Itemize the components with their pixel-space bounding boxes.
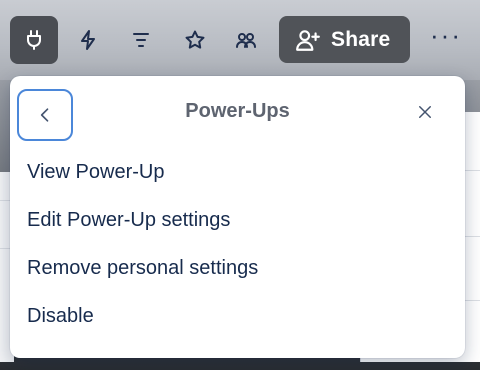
members-button[interactable] xyxy=(222,16,270,64)
star-board-button[interactable] xyxy=(171,16,219,64)
user-plus-icon xyxy=(296,29,320,51)
close-button[interactable] xyxy=(413,100,437,124)
menu-item-remove-personal-settings[interactable]: Remove personal settings xyxy=(10,244,465,292)
menu-item-view-power-up[interactable]: View Power-Up xyxy=(10,148,465,196)
filter-lines-icon xyxy=(133,33,149,47)
menu-item-disable[interactable]: Disable xyxy=(10,292,465,340)
people-icon xyxy=(236,33,256,48)
automation-button[interactable] xyxy=(64,16,112,64)
lightning-bolt-icon xyxy=(81,30,95,50)
ellipsis-icon: ··· xyxy=(430,20,462,50)
board-header-toolbar: Share ··· xyxy=(0,0,480,80)
popover-header: Power-Ups xyxy=(10,76,465,148)
popover-title: Power-Ups xyxy=(185,100,290,122)
close-icon xyxy=(419,106,431,118)
power-ups-button[interactable] xyxy=(10,16,58,64)
share-button[interactable]: Share xyxy=(279,16,410,63)
more-options-button[interactable]: ··· xyxy=(424,16,468,64)
star-icon xyxy=(185,30,205,49)
plug-icon xyxy=(27,30,41,50)
menu-item-edit-settings[interactable]: Edit Power-Up settings xyxy=(10,196,465,244)
share-button-label: Share xyxy=(331,27,391,51)
popover-menu: View Power-Up Edit Power-Up settings Rem… xyxy=(10,148,465,340)
filters-button[interactable] xyxy=(117,16,165,64)
power-ups-popover: Power-Ups View Power-Up Edit Power-Up se… xyxy=(10,76,465,358)
